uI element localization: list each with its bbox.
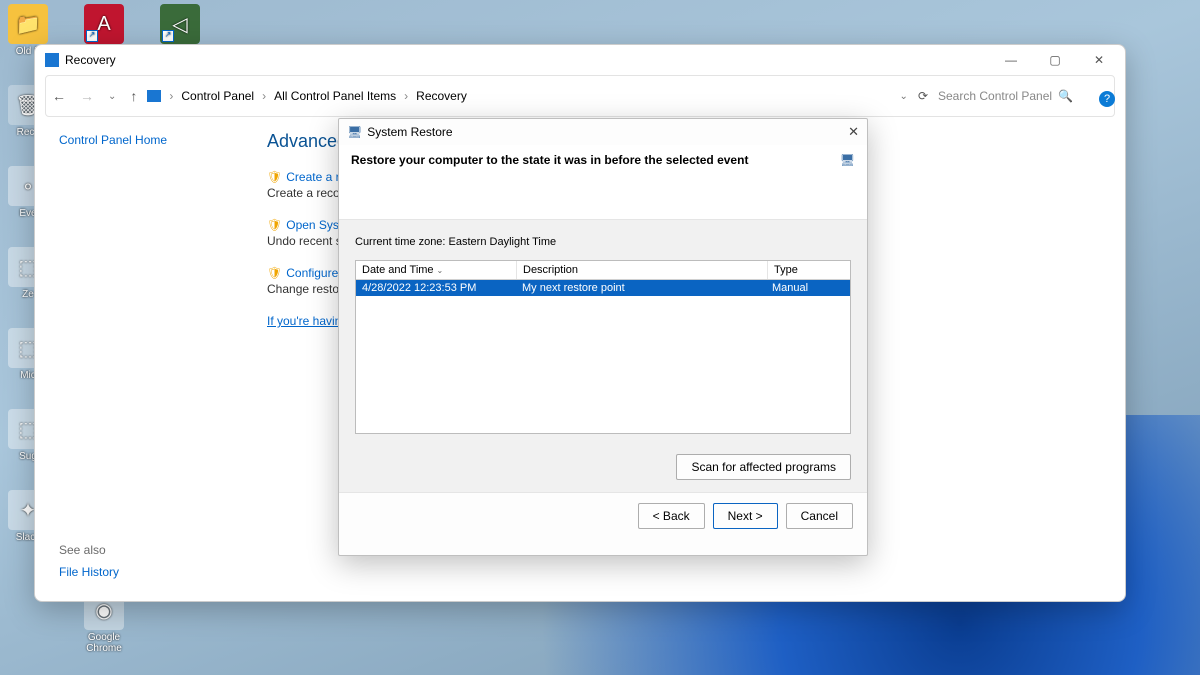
dialog-close-button[interactable]: ✕ xyxy=(848,124,859,140)
shield-icon: 🛡 xyxy=(267,266,282,280)
timezone-label: Current time zone: Eastern Daylight Time xyxy=(355,236,851,248)
minimize-button[interactable]: — xyxy=(989,46,1033,74)
navbar: ← → ⌄ ↑ › Control Panel › All Control Pa… xyxy=(45,75,1115,117)
close-button[interactable]: ✕ xyxy=(1077,46,1121,74)
dialog-footer: < Back Next > Cancel xyxy=(339,492,867,539)
sidebar-file-history-link[interactable]: File History xyxy=(59,565,239,579)
col-description[interactable]: Description xyxy=(517,261,768,279)
dialog-header: Restore your computer to the state it wa… xyxy=(339,145,867,220)
desktop-icon-green[interactable]: ◁↗ xyxy=(156,4,204,46)
search-icon: 🔍 xyxy=(1058,89,1073,103)
col-date-time[interactable]: Date and Time⌄ xyxy=(356,261,517,279)
dialog-title: System Restore xyxy=(367,125,452,139)
desktop-icon-adobe[interactable]: A↗ xyxy=(80,4,128,46)
refresh-icon[interactable]: ⟳ xyxy=(918,89,928,103)
scan-affected-button[interactable]: Scan for affected programs xyxy=(676,454,851,480)
dialog-header-text: Restore your computer to the state it wa… xyxy=(351,153,748,167)
restore-art-icon: 🖥 xyxy=(840,153,855,167)
history-chevron-icon[interactable]: ⌄ xyxy=(108,91,116,102)
shield-icon: 🛡 xyxy=(267,218,282,232)
back-arrow-icon[interactable]: ← xyxy=(52,88,66,104)
see-also-heading: See also xyxy=(59,543,239,557)
sidebar-home-link[interactable]: Control Panel Home xyxy=(59,133,239,147)
next-button[interactable]: Next > xyxy=(713,503,778,529)
address-chevron-icon[interactable]: ⌄ xyxy=(900,91,908,102)
cell-description: My next restore point xyxy=(516,282,766,294)
cancel-button[interactable]: Cancel xyxy=(786,503,853,529)
search-placeholder: Search Control Panel xyxy=(938,89,1052,103)
chevron-right-icon: › xyxy=(262,89,266,103)
shield-icon: 🛡 xyxy=(267,170,282,184)
desktop: 📁Old F 🗑Recy ∘Eve ⬚Ze ⬚Mic ⬚Sug ✦Slack A… xyxy=(0,0,1200,675)
desktop-top-row: A↗ ◁↗ xyxy=(80,4,204,46)
window-title: Recovery xyxy=(65,53,116,67)
system-restore-dialog: 🖥 System Restore ✕ Restore your computer… xyxy=(338,118,868,556)
grid-header: Date and Time⌄ Description Type xyxy=(356,261,850,280)
restore-icon: 🖥 xyxy=(347,125,362,139)
forward-arrow-icon[interactable]: → xyxy=(80,88,94,104)
maximize-button[interactable]: ▢ xyxy=(1033,46,1077,74)
breadcrumb-3[interactable]: Recovery xyxy=(416,89,467,103)
back-button[interactable]: < Back xyxy=(638,503,705,529)
search-input[interactable]: Search Control Panel 🔍 xyxy=(938,82,1108,110)
shortcut-arrow-icon: ↗ xyxy=(162,30,174,42)
col-type[interactable]: Type xyxy=(768,261,850,279)
help-icon[interactable]: ? xyxy=(1099,91,1115,107)
cell-datetime: 4/28/2022 12:23:53 PM xyxy=(356,282,516,294)
breadcrumb-2[interactable]: All Control Panel Items xyxy=(274,89,396,103)
chevron-right-icon: › xyxy=(404,89,408,103)
window-icon xyxy=(45,53,59,67)
up-arrow-icon[interactable]: ↑ xyxy=(130,88,137,104)
chevron-right-icon: › xyxy=(169,89,173,103)
restore-points-grid[interactable]: Date and Time⌄ Description Type 4/28/202… xyxy=(355,260,851,434)
breadcrumb-1[interactable]: Control Panel xyxy=(181,89,254,103)
titlebar: Recovery — ▢ ✕ xyxy=(35,45,1125,75)
shortcut-arrow-icon: ↗ xyxy=(86,30,98,42)
sort-chevron-icon: ⌄ xyxy=(437,266,444,275)
cell-type: Manual xyxy=(766,282,850,294)
address-bar[interactable]: › Control Panel › All Control Panel Item… xyxy=(147,76,889,116)
restore-point-row[interactable]: 4/28/2022 12:23:53 PM My next restore po… xyxy=(356,280,850,296)
location-icon xyxy=(147,90,161,102)
dialog-titlebar: 🖥 System Restore ✕ xyxy=(339,119,867,145)
sidebar: Control Panel Home See also File History xyxy=(35,117,247,593)
